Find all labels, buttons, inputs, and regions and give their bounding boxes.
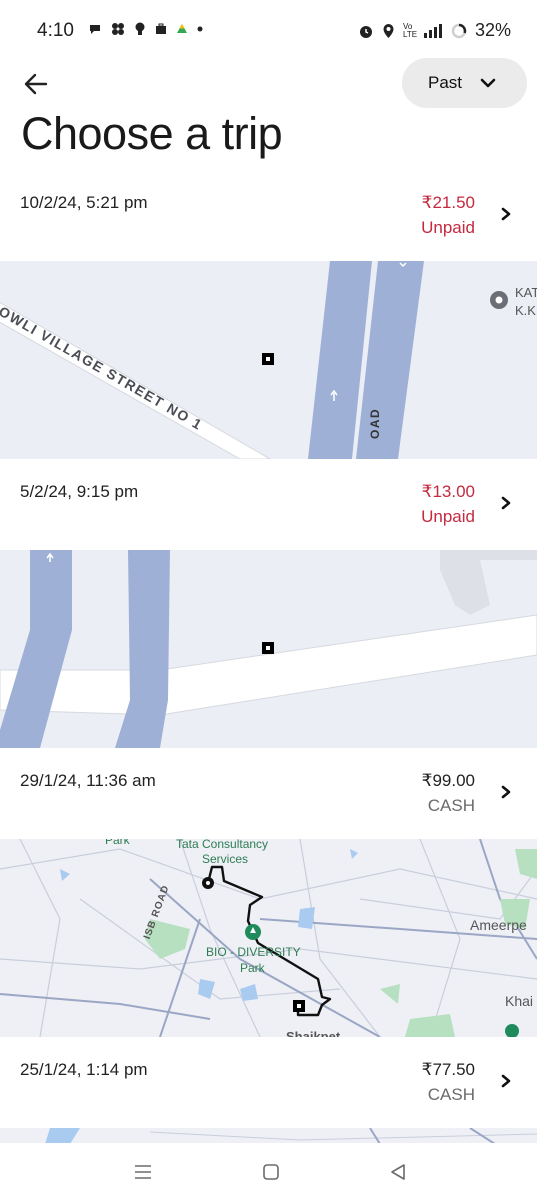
poi-label-2: K.K xyxy=(515,303,536,318)
map-graphic xyxy=(0,839,537,1037)
back-nav-icon[interactable] xyxy=(389,1162,407,1182)
trip-row[interactable]: 10/2/24, 5:21 pm ₹21.50 Unpaid xyxy=(0,183,537,271)
battery-ring-icon xyxy=(451,23,467,38)
status-bar: 4:10 Vo LTE 32% xyxy=(0,0,537,62)
bulb-icon xyxy=(135,22,145,35)
header: Past Choose a trip xyxy=(0,56,537,176)
map-label-shaikpet: Shaikpet xyxy=(286,1029,341,1037)
chevron-right-icon xyxy=(501,1074,511,1088)
chevron-right-icon xyxy=(501,785,511,799)
fan-icon xyxy=(112,23,124,35)
dot-icon xyxy=(197,26,203,32)
map-label-tcs-2: Services xyxy=(202,852,249,866)
map-label-biodiversity-2: Park xyxy=(240,961,265,975)
trip-row[interactable]: 5/2/24, 9:15 pm ₹13.00 Unpaid xyxy=(0,472,537,560)
map-label-khairatabad: Khai xyxy=(505,993,534,1009)
trip-date: 29/1/24, 11:36 am xyxy=(20,771,156,790)
trip-fare: ₹99.00 xyxy=(421,771,475,790)
map-graphic xyxy=(0,550,537,748)
status-time: 4:10 xyxy=(37,20,74,41)
chat-icon xyxy=(90,25,100,34)
battery-level: 32% xyxy=(474,20,511,40)
volte-label: Vo LTE xyxy=(402,21,418,39)
back-button[interactable] xyxy=(20,68,52,100)
trip-date: 5/2/24, 9:15 pm xyxy=(20,482,139,501)
back-arrow-icon xyxy=(24,73,48,95)
recent-apps-icon[interactable] xyxy=(133,1163,153,1181)
trip-row[interactable]: 29/1/24, 11:36 am ₹99.00 CASH xyxy=(0,761,537,849)
notification-icons xyxy=(88,22,203,36)
map-label-tcs: Tata Consultancy xyxy=(176,839,269,851)
status-right: Vo LTE 32% xyxy=(358,20,511,41)
trip-map[interactable]: BOWLI VILLAGE STREET NO 1 OAD KAT K.K xyxy=(0,261,537,459)
home-icon[interactable] xyxy=(262,1163,280,1181)
alarm-icon xyxy=(359,25,372,38)
road-label: OAD xyxy=(368,407,382,439)
trip-date: 10/2/24, 5:21 pm xyxy=(20,193,148,212)
chevron-right-icon xyxy=(501,496,511,510)
page-title: Choose a trip xyxy=(21,108,283,159)
trip-payment-status: Unpaid xyxy=(421,507,475,526)
trip-fare: ₹77.50 xyxy=(421,1060,475,1079)
drive-icon xyxy=(177,24,187,33)
trip-map[interactable] xyxy=(0,550,537,748)
signal-icon xyxy=(423,23,442,38)
trip-row[interactable]: 25/1/24, 1:14 pm ₹77.50 CASH xyxy=(0,1050,537,1138)
trip-filter-dropdown[interactable]: Past xyxy=(402,58,527,108)
trip-fare: ₹13.00 xyxy=(421,482,475,501)
briefcase-icon xyxy=(156,23,166,34)
map-label-park: Park xyxy=(105,839,130,847)
chevron-right-icon xyxy=(501,207,511,221)
poi-label: KAT xyxy=(515,285,537,300)
location-icon xyxy=(383,23,394,38)
chevron-down-icon xyxy=(480,78,496,88)
trip-date: 25/1/24, 1:14 pm xyxy=(20,1060,148,1079)
map-graphic xyxy=(0,1128,537,1144)
filter-label: Past xyxy=(428,73,463,92)
map-label-ameerpet: Ameerpe xyxy=(470,917,527,933)
trip-map[interactable]: Park Tata Consultancy Services ISB ROAD … xyxy=(0,839,537,1037)
trip-payment-status: CASH xyxy=(427,796,475,815)
system-nav-bar xyxy=(0,1143,537,1200)
trip-map[interactable] xyxy=(0,1128,537,1144)
trip-fare: ₹21.50 xyxy=(421,193,475,212)
trip-payment-status: Unpaid xyxy=(421,218,475,237)
map-label-biodiversity: BIO - DIVERSITY xyxy=(206,945,301,959)
trip-payment-status: CASH xyxy=(427,1085,475,1104)
